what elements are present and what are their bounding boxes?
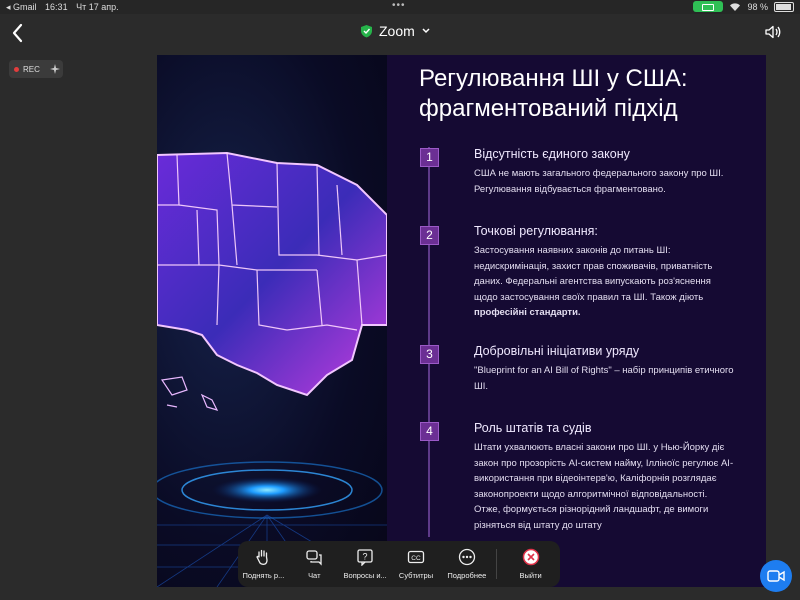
timeline-line — [428, 147, 430, 537]
step-body-2-text: Застосування наявних законів до питань Ш… — [474, 245, 713, 303]
leave-label: Выйти — [519, 571, 542, 580]
step-body-3: "Blueprint for an AI Bill of Rights" – н… — [474, 365, 734, 392]
charging-icon — [693, 1, 724, 12]
qa-label: Вопросы и... — [343, 571, 387, 580]
app-title: Zoom — [379, 23, 415, 39]
question-icon: ? — [357, 549, 373, 566]
status-bar: ◂ Gmail 16:31 Чт 17 апр. ••• 98 % — [0, 0, 800, 14]
shield-check-icon — [361, 25, 372, 38]
qa-button[interactable]: ? Вопросы и... — [340, 541, 391, 587]
raise-hand-button[interactable]: Поднять р... — [238, 541, 289, 587]
wifi-icon — [730, 2, 741, 11]
step-body-1: США не мають загального федерального зак… — [474, 168, 724, 195]
step-number-2: 2 — [420, 226, 439, 245]
meeting-toolbar: Поднять р... Чат ? Вопросы и... CC Субти… — [238, 541, 560, 587]
status-left: ◂ Gmail 16:31 Чт 17 апр. — [6, 2, 125, 13]
status-date: Чт 17 апр. — [76, 2, 119, 12]
recording-label: REC — [23, 64, 40, 74]
chat-button[interactable]: Чат — [289, 541, 340, 587]
more-label: Подробнее — [447, 571, 487, 580]
sparkle-icon — [49, 64, 60, 74]
slide-title-line2: фрагментований підхід — [419, 95, 678, 122]
step-title-2: Точкові регулювання: — [474, 224, 598, 238]
svg-text:CC: CC — [411, 555, 421, 562]
subtitles-button[interactable]: CC Субтитры — [391, 541, 442, 587]
slide-title: Регулювання ШІ у США: фрагментований під… — [419, 64, 759, 124]
meeting-title-button[interactable]: Zoom — [360, 23, 431, 39]
shared-slide: Регулювання ШІ у США: фрагментований під… — [157, 55, 766, 587]
back-chevron-icon[interactable] — [8, 20, 28, 46]
raise-hand-label: Поднять р... — [242, 571, 285, 580]
video-camera-button[interactable] — [760, 560, 792, 592]
raise-hand-icon — [256, 549, 269, 565]
subtitles-label: Субтитры — [398, 571, 434, 580]
chat-icon — [306, 550, 322, 566]
battery-icon — [774, 1, 794, 12]
step-body-4: Штати ухвалюють власні закони про ШІ. у … — [474, 442, 734, 531]
step-title-4: Роль штатів та судів — [474, 421, 592, 435]
step-number-3: 3 — [420, 345, 439, 364]
toolbar-divider — [496, 549, 498, 579]
step-body-2-bold: професійні стандарти. — [474, 307, 581, 318]
multitasking-dots-icon[interactable]: ••• — [392, 0, 406, 11]
more-button[interactable]: Подробнее — [441, 541, 492, 587]
meeting-header: Zoom — [0, 14, 800, 54]
step-number-1: 1 — [420, 148, 439, 167]
step-body-2: Застосування наявних законів до питань Ш… — [474, 243, 734, 321]
usa-map-illustration — [157, 151, 387, 587]
leave-close-icon — [522, 548, 539, 566]
video-camera-icon — [767, 570, 785, 582]
back-to-app-link[interactable]: ◂ Gmail — [6, 2, 37, 12]
battery-percent: 98 % — [747, 1, 768, 12]
step-title-3: Добровільні ініціативи уряду — [474, 344, 640, 358]
closed-captions-icon: CC — [407, 550, 425, 564]
leave-button[interactable]: Выйти — [501, 541, 560, 587]
step-title-1: Відсутність єдиного закону — [474, 147, 630, 161]
more-dots-icon — [458, 548, 476, 566]
status-right: 98 % — [693, 1, 794, 12]
recording-badge[interactable]: REC — [9, 60, 63, 78]
svg-text:?: ? — [363, 552, 368, 562]
step-number-4: 4 — [420, 422, 439, 441]
recording-dot-icon — [14, 66, 19, 72]
slide-text-panel: Регулювання ШІ у США: фрагментований під… — [387, 55, 766, 587]
status-time: 16:31 — [45, 2, 68, 12]
slide-title-line1: Регулювання ШІ у США: — [419, 65, 688, 92]
chat-label: Чат — [308, 571, 321, 580]
chevron-down-icon — [422, 28, 430, 34]
speaker-icon[interactable] — [764, 23, 782, 41]
